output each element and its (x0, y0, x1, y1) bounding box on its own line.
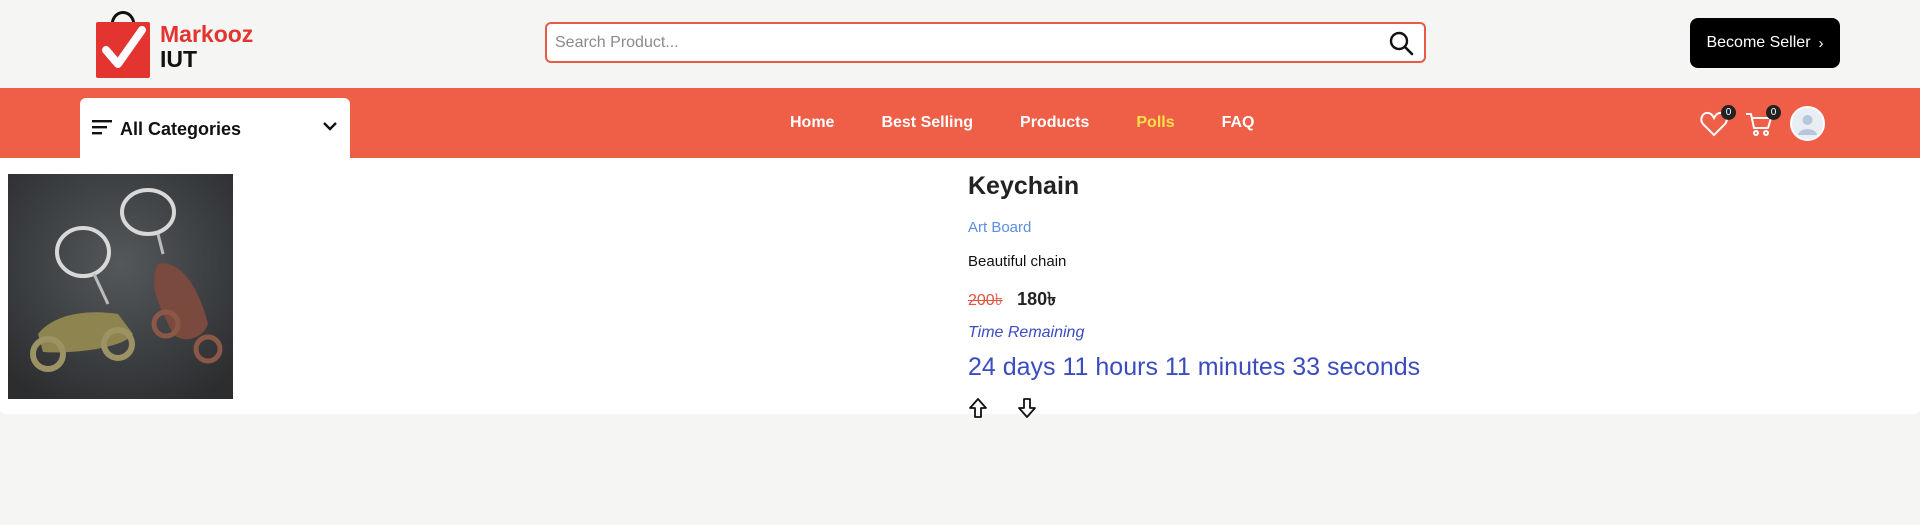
become-seller-button[interactable]: Become Seller › (1690, 18, 1840, 68)
brand-name: Markooz IUT (160, 22, 253, 72)
price-row: 200৳ 180৳ (968, 285, 1056, 316)
wishlist-button[interactable]: 0 (1700, 105, 1736, 139)
become-seller-label: Become Seller (1706, 34, 1811, 51)
product-title: Keychain (968, 172, 1080, 200)
main-navbar: All Categories Home Best Selling Product… (0, 88, 1920, 158)
search-input[interactable] (555, 24, 1355, 61)
nav-products[interactable]: Products (1020, 114, 1089, 132)
cart-button[interactable]: 0 (1745, 105, 1781, 139)
brand-line1: Markooz (160, 21, 254, 47)
user-avatar-icon (1798, 115, 1817, 135)
shopping-bag-check-icon (96, 11, 150, 78)
nav-icons: 0 0 (1700, 88, 1840, 158)
brand-line2: IUT (160, 46, 198, 72)
nav-polls[interactable]: Polls (1136, 114, 1174, 132)
upvote-arrow-icon[interactable] (968, 397, 988, 419)
product-card: Keychain Art Board Beautiful chain 200৳ … (0, 158, 1920, 418)
nav-home[interactable]: Home (790, 114, 834, 132)
product-category-link[interactable]: Art Board (968, 219, 1031, 236)
brand-logo[interactable]: Markooz IUT (92, 4, 272, 80)
top-header: Markooz IUT Become Seller › (0, 0, 1920, 88)
search-icon[interactable] (1388, 30, 1414, 56)
chevron-down-icon (323, 122, 337, 131)
time-remaining-label: Time Remaining (968, 324, 1085, 341)
nav-links: Home Best Selling Products Polls FAQ (790, 88, 1302, 158)
product-description: Beautiful chain (968, 253, 1067, 270)
all-categories-label: All Categories (120, 119, 242, 139)
all-categories-dropdown[interactable]: All Categories (80, 98, 350, 158)
chevron-right-icon: › (1818, 34, 1824, 52)
cart-count-badge: 0 (1766, 105, 1781, 120)
keychain-image (8, 174, 233, 399)
nav-best-selling[interactable]: Best Selling (881, 114, 973, 132)
avatar[interactable] (1790, 106, 1825, 141)
countdown-timer: 24 days 11 hours 11 minutes 33 seconds (968, 353, 1421, 381)
downvote-arrow-icon[interactable] (1017, 397, 1037, 419)
search-bar (545, 22, 1426, 63)
original-price: 200৳ (968, 292, 1003, 309)
nav-faq[interactable]: FAQ (1222, 114, 1255, 132)
menu-icon (92, 120, 112, 135)
wishlist-count-badge: 0 (1721, 105, 1736, 120)
product-image[interactable] (8, 174, 233, 399)
discounted-price: 180৳ (1017, 289, 1057, 309)
